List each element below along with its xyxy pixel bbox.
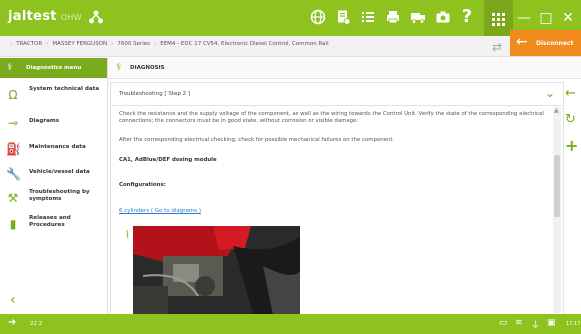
- printer-icon[interactable]: [385, 9, 401, 25]
- breadcrumb-item[interactable]: 7600 Series: [117, 41, 150, 47]
- sidebar-item-label: Releases and Procedures: [29, 215, 71, 228]
- scrollbar[interactable]: ▲: [553, 107, 561, 313]
- clock-text: 17:17: [566, 321, 581, 327]
- calendar-icon: ▣: [547, 318, 556, 328]
- step-dropdown[interactable]: Troubleshooting [ Step 2 ] ⌄: [111, 83, 563, 106]
- link-icon[interactable]: [88, 9, 104, 25]
- sidebar-item-label: Troubleshooting by symptoms: [29, 189, 90, 202]
- top-toolbar: jaltest OHW ? — □ ✕: [0, 0, 581, 36]
- arrow-left-icon: ←: [516, 34, 528, 50]
- configurations-label: Configurations:: [119, 182, 166, 188]
- component-name: CA1, AdBlue/DEF dosing module: [119, 157, 217, 163]
- sidebar-header-label: Diagnostics menu: [26, 65, 82, 71]
- step-title: Troubleshooting [ Step 2 ]: [119, 91, 190, 97]
- status-bar: ➜ 22.2 ▭ ≋ ⏚ ▣ 17:17: [0, 314, 581, 334]
- sidebar-item-releases-procedures[interactable]: ▮ Releases and Procedures: [0, 213, 107, 237]
- truck-icon[interactable]: [410, 9, 426, 25]
- usb-icon: ⏚: [531, 321, 541, 331]
- disconnect-button[interactable]: ← Disconnect: [510, 30, 581, 56]
- disconnect-label: Disconnect: [536, 40, 574, 47]
- version-text: 22.2: [30, 321, 43, 327]
- swap-icon[interactable]: ⇄: [492, 40, 502, 54]
- help-icon[interactable]: ?: [459, 8, 475, 26]
- instruction-paragraph: After the corresponding electrical check…: [119, 137, 395, 143]
- omega-icon: Ω: [8, 88, 18, 102]
- sidebar-item-vehicle-vessel-data[interactable]: 🔧 Vehicle/vessel data: [0, 163, 107, 187]
- back-chevron-icon[interactable]: ‹: [10, 292, 16, 308]
- refresh-icon[interactable]: ↻: [565, 112, 576, 127]
- breadcrumb-item[interactable]: EEM4 - EDC 17 CV54, Electronic Diesel Co…: [160, 41, 328, 47]
- wrench-icon: 🔧: [6, 167, 21, 181]
- device-icon: ▭: [499, 318, 508, 328]
- breadcrumb: › TRACTOR › MASSEY FERGUSON › 7600 Series › EEM…: [10, 41, 329, 47]
- tools-icon: ⚒: [7, 191, 19, 205]
- breadcrumb-item[interactable]: TRACTOR: [16, 41, 42, 47]
- sidebar-item-label: Maintenance data: [29, 144, 86, 150]
- status-arrow-icon: ➜: [8, 317, 17, 328]
- probe-icon: ⊸: [7, 116, 19, 130]
- chevron-down-icon[interactable]: ⌄: [545, 86, 555, 100]
- right-toolbar: ← ↻ +: [562, 82, 581, 314]
- wifi-icon: ≋: [515, 318, 523, 328]
- apps-icon: [492, 11, 505, 30]
- sidebar-item-label: Diagrams: [29, 118, 60, 124]
- breadcrumb-bar: › TRACTOR › MASSEY FERGUSON › 7600 Series › EEM…: [0, 36, 581, 57]
- book-icon: ▮: [9, 217, 17, 231]
- sidebar-item-system-technical-data[interactable]: Ω System technical data: [0, 84, 107, 108]
- sidebar-item-label: System technical data: [29, 86, 100, 92]
- main-header: ⚕ DIAGNOSIS: [108, 58, 581, 79]
- plus-icon[interactable]: +: [565, 136, 578, 155]
- breadcrumb-item[interactable]: MASSEY FERGUSON: [52, 41, 107, 47]
- sidebar-item-diagrams[interactable]: ⊸ Diagrams: [0, 112, 107, 136]
- config-diagram-link[interactable]: 6 cylinders ( Go to diagrams ): [119, 208, 201, 214]
- sidebar: ⚕ Diagnostics menu Ω System technical da…: [0, 58, 108, 314]
- scroll-thumb[interactable]: [554, 155, 560, 217]
- diagnosis-icon: ⚕: [7, 62, 13, 73]
- app-logo: jaltest OHW: [8, 9, 82, 24]
- list-icon[interactable]: [360, 9, 376, 25]
- logo-text: jaltest: [8, 9, 57, 24]
- diagnostics-menu-header[interactable]: ⚕ Diagnostics menu: [0, 58, 107, 78]
- scroll-up-icon[interactable]: ▲: [554, 107, 559, 114]
- oil-can-icon: ⛽: [6, 142, 21, 156]
- component-photo: [133, 226, 300, 315]
- diagnosis-icon: ⚕: [116, 62, 122, 73]
- content-panel: Troubleshooting [ Step 2 ] ⌄ Check the r…: [110, 82, 564, 316]
- attachment-icon: ⌇: [125, 230, 130, 241]
- document-icon[interactable]: [335, 9, 351, 25]
- sidebar-item-maintenance-data[interactable]: ⛽ Maintenance data: [0, 138, 107, 162]
- page-title: DIAGNOSIS: [130, 65, 165, 71]
- logo-sub: OHW: [60, 13, 82, 22]
- instruction-paragraph: Check the resistance and the supply volt…: [119, 111, 544, 124]
- arrow-left-icon[interactable]: ←: [565, 86, 576, 101]
- sidebar-item-label: Vehicle/vessel data: [29, 169, 90, 175]
- sidebar-item-troubleshooting[interactable]: ⚒ Troubleshooting by symptoms: [0, 187, 107, 211]
- globe-icon[interactable]: [310, 9, 326, 25]
- camera-icon[interactable]: [435, 9, 451, 25]
- apps-button[interactable]: [484, 0, 513, 36]
